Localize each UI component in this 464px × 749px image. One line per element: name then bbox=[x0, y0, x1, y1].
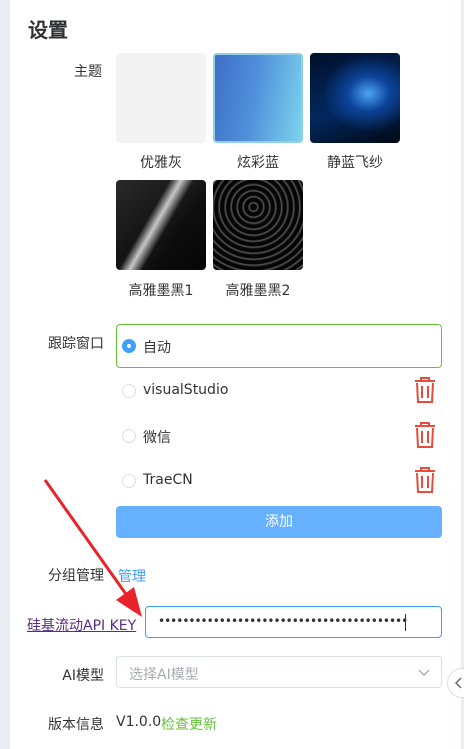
theme-option-label: 炫彩蓝 bbox=[237, 155, 279, 171]
radio-wechat[interactable] bbox=[122, 429, 136, 443]
theme-option-ink-black-1[interactable] bbox=[116, 180, 206, 270]
check-update-link[interactable]: 检查更新 bbox=[161, 714, 217, 734]
ai-model-placeholder: 选择AI模型 bbox=[129, 667, 199, 683]
api-key-link[interactable]: 硅基流动API KEY bbox=[27, 615, 136, 635]
api-key-masked-value: ••••••••••••••••••••••••••••••••••••••••… bbox=[158, 614, 408, 628]
radio-auto[interactable] bbox=[122, 339, 136, 353]
page-title: 设置 bbox=[28, 18, 68, 42]
radio-visualstudio[interactable] bbox=[122, 384, 136, 398]
theme-option-label: 静蓝飞纱 bbox=[327, 155, 383, 171]
theme-option-ink-black-2[interactable] bbox=[213, 180, 303, 270]
group-management-label: 分组管理 bbox=[48, 568, 104, 584]
tracking-option-label[interactable]: TraeCN bbox=[143, 472, 193, 488]
trash-icon[interactable] bbox=[414, 422, 436, 448]
tracking-window-label: 跟踪窗口 bbox=[48, 336, 104, 352]
chevron-left-icon bbox=[455, 677, 462, 689]
theme-option-blue-silk[interactable] bbox=[310, 53, 400, 143]
left-border bbox=[0, 0, 10, 749]
theme-label: 主题 bbox=[74, 64, 102, 80]
manage-groups-link[interactable]: 管理 bbox=[118, 566, 146, 586]
add-tracking-button[interactable]: 添加 bbox=[116, 506, 442, 538]
chevron-down-icon bbox=[418, 669, 430, 676]
trash-icon[interactable] bbox=[414, 377, 436, 403]
theme-option-label: 高雅墨黑1 bbox=[128, 283, 194, 299]
ai-model-select[interactable]: 选择AI模型 bbox=[116, 656, 442, 688]
collapse-panel-button[interactable] bbox=[447, 668, 464, 698]
tracking-option-label[interactable]: 微信 bbox=[143, 427, 171, 447]
theme-option-label: 高雅墨黑2 bbox=[225, 283, 291, 299]
tracking-option-label[interactable]: visualStudio bbox=[143, 382, 228, 398]
tracking-option-label: 自动 bbox=[143, 340, 171, 356]
theme-option-elegant-gray[interactable] bbox=[116, 53, 206, 143]
version-label: 版本信息 bbox=[48, 717, 104, 733]
text-caret bbox=[405, 614, 406, 631]
trash-icon[interactable] bbox=[414, 467, 436, 493]
api-key-input[interactable]: ••••••••••••••••••••••••••••••••••••••••… bbox=[145, 606, 442, 638]
ai-model-label: AI模型 bbox=[62, 668, 104, 684]
theme-option-dazzling-blue[interactable] bbox=[213, 53, 303, 143]
annotation-arrow-head bbox=[116, 587, 142, 617]
theme-option-label: 优雅灰 bbox=[140, 155, 182, 171]
radio-traecn[interactable] bbox=[122, 474, 136, 488]
version-value: V1.0.0 bbox=[116, 714, 162, 730]
